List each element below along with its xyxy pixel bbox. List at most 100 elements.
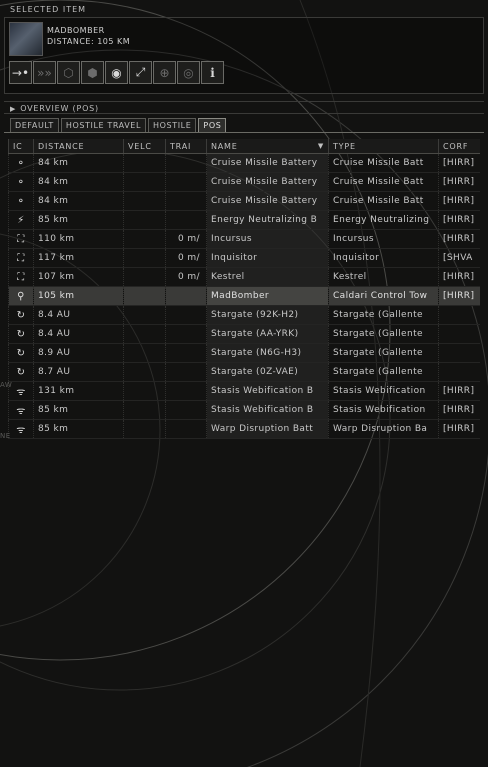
ship-bracket-icon: ⛶ <box>8 267 34 287</box>
velocity-cell <box>123 343 166 363</box>
name-cell: Stargate (AA-YRK) <box>206 324 329 344</box>
type-cell: Incursus <box>328 229 439 249</box>
velocity-cell <box>123 362 166 382</box>
ship-thumbnail[interactable] <box>9 22 43 56</box>
velocity-cell <box>123 248 166 268</box>
corp-cell: [HIRR] <box>438 267 480 287</box>
column-header-distance[interactable]: DISTANCE <box>33 139 124 154</box>
space-label: AW <box>0 381 13 389</box>
keep-at-range-button[interactable]: ⤢ <box>129 61 152 84</box>
tab-pos[interactable]: POS <box>198 118 227 132</box>
distance-cell: 131 km <box>33 381 124 401</box>
table-row[interactable]: ᯤ 85 km Warp Disruption Batt Warp Disruptio… <box>8 419 480 439</box>
battery-icon: ⚬ <box>8 153 34 173</box>
orbit-icon: ◉ <box>111 65 122 80</box>
distance-cell: 107 km <box>33 267 124 287</box>
overview-header[interactable]: ▶ OVERVIEW (POS) <box>4 101 484 114</box>
type-cell: Stasis Webification <box>328 400 439 420</box>
transversal-cell: 0 m/ <box>165 267 207 287</box>
corp-cell: [HIRR] <box>438 210 480 230</box>
transversal-cell <box>165 400 207 420</box>
column-header-transversal[interactable]: TRAI <box>165 139 207 154</box>
corp-cell: [HIRR] <box>438 400 480 420</box>
column-header-corp[interactable]: CORF <box>438 139 480 154</box>
table-row[interactable]: ᯤ 131 km Stasis Webification B Stasis Webif… <box>8 381 480 401</box>
table-row[interactable]: ↻ 8.4 AU Stargate (AA-YRK) Stargate (Gallen… <box>8 324 480 344</box>
tab-hostile-travel[interactable]: HOSTILE TRAVEL <box>60 118 147 132</box>
velocity-cell <box>123 172 166 192</box>
distance-cell: 85 km <box>33 400 124 420</box>
type-cell: Stargate (Gallente <box>328 324 439 344</box>
corp-cell <box>438 362 480 382</box>
velocity-cell <box>123 400 166 420</box>
corp-cell: [HIRR] <box>438 153 480 173</box>
collapse-triangle-icon[interactable]: ▶ <box>10 103 16 116</box>
transversal-cell: 0 m/ <box>165 248 207 268</box>
name-cell: Incursus <box>206 229 329 249</box>
column-header-name-label: NAME <box>211 141 238 151</box>
tab-hostile[interactable]: HOSTILE <box>148 118 197 132</box>
column-header-icon[interactable]: IC <box>8 139 34 154</box>
approach-button[interactable]: →• <box>9 61 32 84</box>
table-row[interactable]: ↻ 8.4 AU Stargate (92K-H2) Stargate (Gallen… <box>8 305 480 325</box>
lock-target-button[interactable]: ⬡ <box>57 61 80 84</box>
corp-cell: [HIRR] <box>438 191 480 211</box>
column-header-name[interactable]: NAME ▼ <box>206 139 329 154</box>
corp-cell: [HIRR] <box>438 172 480 192</box>
show-info-button[interactable]: i <box>201 61 224 84</box>
velocity-cell <box>123 324 166 344</box>
table-row[interactable]: ⛶ 110 km 0 m/Incursus Incursus [HIRR] <box>8 229 480 249</box>
distance-cell: 85 km <box>33 419 124 439</box>
table-row[interactable]: ⚬ 84 km Cruise Missile Battery Cruise Missi… <box>8 191 480 211</box>
stargate-icon: ↻ <box>8 343 34 363</box>
ship-bracket-icon: ⛶ <box>8 248 34 268</box>
unlock-button[interactable]: ⬢ <box>81 61 104 84</box>
column-header-type[interactable]: TYPE <box>328 139 439 154</box>
type-cell: Stargate (Gallente <box>328 362 439 382</box>
transversal-cell <box>165 343 207 363</box>
table-row[interactable]: ↻ 8.9 AU Stargate (N6G-H3) Stargate (Gallen… <box>8 343 480 363</box>
transversal-cell <box>165 362 207 382</box>
stargate-icon: ↻ <box>8 362 34 382</box>
warp-to-icon: »» <box>37 65 52 80</box>
name-cell: Stasis Webification B <box>206 400 329 420</box>
overview-tabs: DEFAULT HOSTILE TRAVEL HOSTILE POS <box>10 118 227 132</box>
overview-title: OVERVIEW (POS) <box>20 104 99 113</box>
table-row[interactable]: ⛶ 117 km 0 m/Inquisitor Inquisitor [SHVA <box>8 248 480 268</box>
name-cell: Cruise Missile Battery <box>206 172 329 192</box>
table-row[interactable]: ⚲ 105 km MadBomber Caldari Control Tow [HIRR… <box>8 286 480 306</box>
name-cell: Energy Neutralizing B <box>206 210 329 230</box>
table-row[interactable]: ⚬ 84 km Cruise Missile Battery Cruise Missi… <box>8 172 480 192</box>
velocity-cell <box>123 305 166 325</box>
approach-icon: →• <box>11 65 30 80</box>
type-cell: Cruise Missile Batt <box>328 191 439 211</box>
table-row[interactable]: ᯤ 85 km Stasis Webification B Stasis Webifi… <box>8 400 480 420</box>
target-icon: ⊕ <box>159 65 170 80</box>
type-cell: Cruise Missile Batt <box>328 172 439 192</box>
column-header-velocity[interactable]: VELC <box>123 139 166 154</box>
table-row[interactable]: ⚡ 85 km Energy Neutralizing B Energy Neutra… <box>8 210 480 230</box>
velocity-cell <box>123 267 166 287</box>
table-row[interactable]: ↻ 8.7 AU Stargate (0Z-VAE) Stargate (Gallen… <box>8 362 480 382</box>
selected-item-title: SELECTED ITEM <box>10 5 87 14</box>
overview-table: IC DISTANCE VELC TRAI NAME ▼ TYPE CORF ⚬ 8… <box>8 139 480 439</box>
corp-cell: [SHVA <box>438 248 480 268</box>
velocity-cell <box>123 381 166 401</box>
tab-default[interactable]: DEFAULT <box>10 118 59 132</box>
transversal-cell <box>165 286 207 306</box>
table-row[interactable]: ⛶ 107 km 0 m/Kestrel Kestrel [HIRR] <box>8 267 480 287</box>
orbit-button[interactable]: ◉ <box>105 61 128 84</box>
target-button[interactable]: ⊕ <box>153 61 176 84</box>
warp-to-button[interactable]: »» <box>33 61 56 84</box>
distance-cell: 117 km <box>33 248 124 268</box>
distance-cell: 84 km <box>33 172 124 192</box>
name-cell: MadBomber <box>206 286 329 306</box>
transversal-cell <box>165 381 207 401</box>
look-at-icon: ◎ <box>183 65 194 80</box>
table-header-row: IC DISTANCE VELC TRAI NAME ▼ TYPE CORF <box>8 139 480 154</box>
stargate-icon: ↻ <box>8 324 34 344</box>
table-row[interactable]: ⚬ 84 km Cruise Missile Battery Cruise Missi… <box>8 153 480 173</box>
look-at-button[interactable]: ◎ <box>177 61 200 84</box>
distance-cell: 8.7 AU <box>33 362 124 382</box>
transversal-cell <box>165 210 207 230</box>
